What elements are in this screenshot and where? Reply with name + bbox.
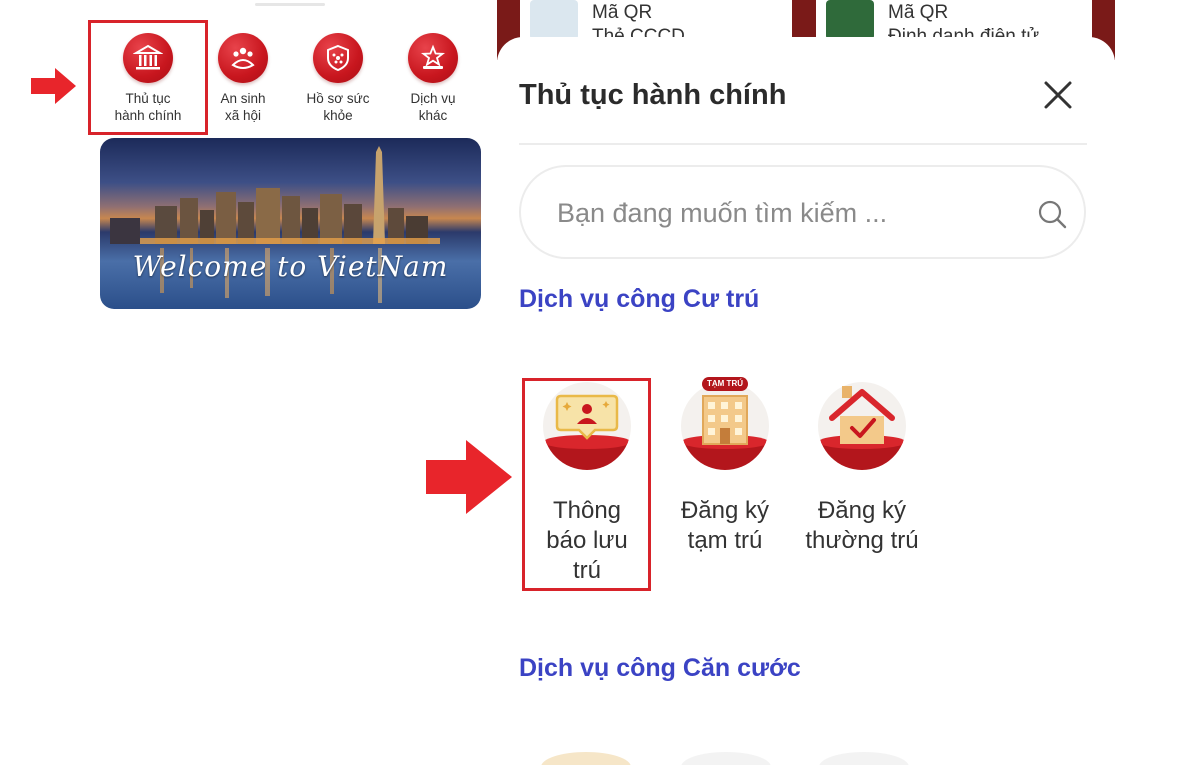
service-label: xã hội: [224, 108, 262, 123]
service-label: khác: [418, 108, 448, 123]
partial-tile-icon[interactable]: [819, 752, 909, 765]
red-arrow-pointer-icon: [426, 440, 512, 514]
people-icon: [218, 33, 268, 83]
tile-label: Đăng ký: [817, 497, 907, 524]
qr-card-title: Mã QR: [888, 2, 949, 23]
service-ho-so-suc-khoe[interactable]: Hồ sơ sức khỏe: [288, 33, 388, 124]
service-label: Hồ sơ sức: [306, 91, 370, 106]
tam-tru-badge: TẠM TRÚ: [702, 377, 748, 391]
divider: [519, 143, 1087, 145]
service-an-sinh-xa-hoi[interactable]: An sinh xã hội: [193, 33, 293, 124]
drag-handle[interactable]: [255, 3, 325, 6]
close-button[interactable]: [1042, 79, 1074, 111]
close-icon: [1044, 81, 1072, 109]
tile-label: thường trú: [805, 527, 919, 554]
qr-card-title: Mã QR: [592, 2, 653, 23]
star-badge-icon: [408, 33, 458, 83]
section-title-cu-tru: Dịch vụ công Cư trú: [519, 285, 760, 313]
service-label: An sinh: [220, 91, 266, 106]
tile-dang-ky-thuong-tru[interactable]: Đăng ký thường trú: [797, 382, 927, 556]
city-skyline-image: [110, 146, 440, 303]
highlight-box-thu-tuc: [88, 20, 208, 135]
search-box[interactable]: [519, 165, 1086, 259]
highlight-box-thong-bao: [522, 378, 651, 591]
banner-welcome-text: Welcome to VietNam: [132, 250, 449, 283]
welcome-banner[interactable]: Welcome to VietNam: [100, 138, 481, 309]
tile-label: tạm trú: [687, 527, 763, 554]
temporary-residence-building-icon: TẠM TRÚ: [681, 377, 769, 470]
service-dich-vu-khac[interactable]: Dịch vụ khác: [383, 33, 483, 124]
search-input[interactable]: [557, 193, 997, 233]
service-label: khỏe: [323, 108, 353, 123]
partial-tile-icon[interactable]: [681, 752, 771, 765]
police-emblem-icon: [826, 0, 874, 40]
partial-tile-icon[interactable]: [541, 752, 631, 765]
section-title-can-cuoc: Dịch vụ công Căn cước: [519, 654, 801, 682]
service-label: Dịch vụ: [410, 91, 456, 106]
search-icon[interactable]: [1037, 199, 1067, 229]
tile-label: Đăng ký: [680, 497, 770, 524]
sheet-title: Thủ tục hành chính: [519, 79, 787, 111]
health-shield-icon: [313, 33, 363, 83]
permanent-residence-house-icon: [818, 382, 906, 470]
id-card-thumbnail: [530, 0, 578, 40]
tile-dang-ky-tam-tru[interactable]: TẠM TRÚ Đăng ký tạm trú: [660, 377, 790, 556]
red-arrow-pointer-icon: [31, 68, 76, 104]
